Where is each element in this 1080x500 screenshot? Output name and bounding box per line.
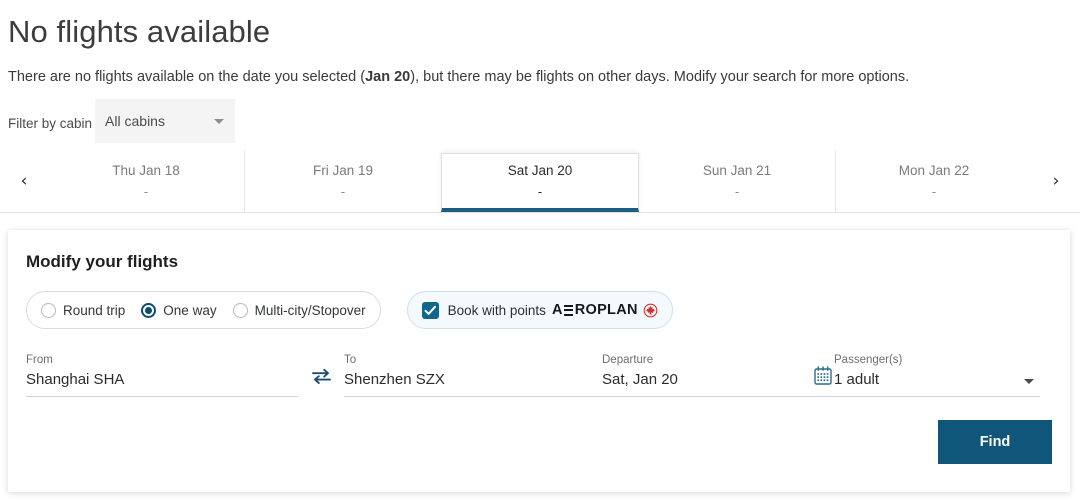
- radio-circle-icon: [41, 302, 56, 318]
- subtitle-text-before: There are no flights available on the da…: [8, 69, 366, 85]
- aeroplan-stylized-e-icon: [564, 304, 574, 316]
- radio-one-way[interactable]: One way: [141, 302, 217, 318]
- subtitle-date: Jan 20: [365, 69, 411, 85]
- passengers-field[interactable]: Passenger(s) 1 adult: [834, 353, 1040, 397]
- cabin-select[interactable]: All cabins: [95, 99, 236, 143]
- radio-circle-icon: [232, 302, 248, 318]
- to-field[interactable]: To Shenzhen SZX: [344, 353, 602, 397]
- date-tab-mon-jan-22[interactable]: Mon Jan 22 -: [835, 150, 1032, 212]
- radio-label: Round trip: [63, 302, 126, 318]
- page-title: No flights available: [8, 14, 271, 49]
- page-subtitle: There are no flights available on the da…: [8, 67, 1080, 87]
- date-tab-label: Sun Jan 21: [702, 163, 772, 178]
- previous-days-button[interactable]: ‹: [0, 150, 48, 212]
- trip-options-row: Round trip One way Multi-city/Stopover B…: [26, 291, 1070, 329]
- to-value: Shenzhen SZX: [344, 371, 445, 388]
- date-tab-sun-jan-21[interactable]: Sun Jan 21 -: [639, 150, 835, 212]
- swap-arrows-icon: [311, 368, 331, 384]
- date-tab-label: Thu Jan 18: [112, 163, 180, 178]
- from-label: From: [26, 354, 53, 366]
- passengers-label: Passenger(s): [834, 354, 903, 366]
- cabin-filter-label: Filter by cabin: [8, 115, 93, 131]
- date-tab-price: -: [537, 184, 543, 199]
- date-tab-sat-jan-20[interactable]: Sat Jan 20 -: [441, 153, 639, 212]
- date-tab-label: Sat Jan 20: [507, 163, 573, 178]
- find-button[interactable]: Find: [938, 420, 1052, 464]
- calendar-icon[interactable]: [814, 366, 832, 390]
- search-fields-row: From Shanghai SHA To Shenzhen SZX Depart…: [26, 353, 1070, 397]
- book-with-points-toggle[interactable]: Book with points A ROPLAN: [406, 291, 673, 329]
- date-tab-price: -: [734, 184, 740, 199]
- maple-leaf-icon: [643, 303, 658, 318]
- cabin-select-value: All cabins: [105, 113, 165, 129]
- date-tabs: Thu Jan 18 - Fri Jan 19 - Sat Jan 20 - S…: [48, 150, 1032, 212]
- radio-label: One way: [163, 302, 217, 318]
- date-tab-label: Mon Jan 22: [898, 163, 970, 178]
- departure-value: Sat, Jan 20: [602, 371, 678, 388]
- modify-flights-panel: Modify your flights Round trip One way M…: [8, 230, 1070, 492]
- book-with-points-label: Book with points: [447, 302, 546, 318]
- date-tab-price: -: [340, 184, 346, 199]
- date-tab-price: -: [143, 184, 149, 199]
- chevron-down-icon: [214, 119, 225, 124]
- aeroplan-wordmark: A ROPLAN: [551, 302, 638, 318]
- chevron-down-icon: [1024, 379, 1034, 384]
- date-tab-label: Fri Jan 19: [312, 163, 374, 178]
- from-field[interactable]: From Shanghai SHA: [26, 353, 298, 397]
- to-label: To: [344, 354, 357, 366]
- aeroplan-logo: A ROPLAN: [552, 302, 658, 318]
- date-tab-strip: ‹ Thu Jan 18 - Fri Jan 19 - Sat Jan 20 -…: [0, 150, 1080, 213]
- subtitle-text-after: ), but there may be flights on other day…: [410, 69, 910, 85]
- next-days-button[interactable]: ›: [1032, 150, 1080, 212]
- radio-round-trip[interactable]: Round trip: [41, 302, 126, 318]
- date-tab-thu-jan-18[interactable]: Thu Jan 18 -: [48, 150, 244, 212]
- modify-panel-title: Modify your flights: [26, 252, 179, 271]
- swap-origin-destination-button[interactable]: [298, 368, 344, 397]
- checkbox-checked-icon: [421, 301, 439, 319]
- trip-type-radio-group: Round trip One way Multi-city/Stopover: [26, 291, 381, 329]
- radio-label: Multi-city/Stopover: [254, 302, 366, 318]
- from-value: Shanghai SHA: [26, 371, 125, 388]
- departure-label: Departure: [602, 354, 654, 366]
- radio-multi-city-stopover[interactable]: Multi-city/Stopover: [232, 302, 366, 318]
- page-header: No flights available There are no flight…: [0, 0, 1080, 87]
- departure-date-field[interactable]: Departure Sat, Jan 20: [602, 353, 834, 397]
- find-button-row: Find: [8, 420, 1070, 464]
- date-tab-fri-jan-19[interactable]: Fri Jan 19 -: [244, 150, 441, 212]
- radio-circle-selected-icon: [141, 302, 157, 318]
- passengers-value: 1 adult: [834, 371, 880, 388]
- cabin-filter-row: Filter by cabin All cabins: [8, 99, 1080, 143]
- date-tab-price: -: [931, 184, 937, 199]
